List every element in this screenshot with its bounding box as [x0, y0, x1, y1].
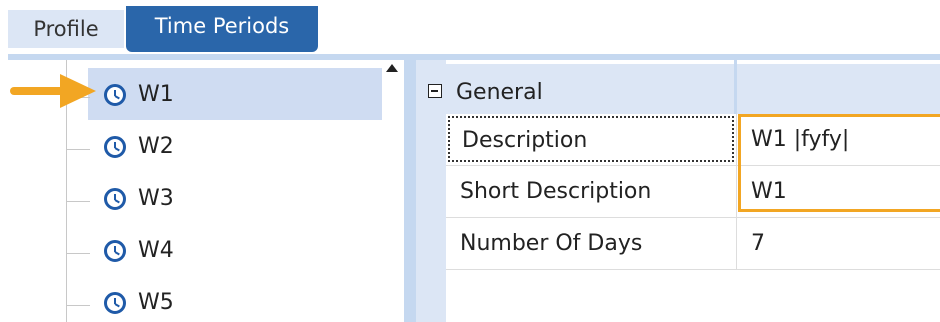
tree-item-label: W4 — [138, 238, 174, 263]
highlight-box — [738, 114, 940, 212]
number-of-days-value-field[interactable]: 7 — [737, 218, 940, 269]
tree-item-label: W2 — [138, 134, 174, 159]
tab-strip: Profile Time Periods — [0, 0, 940, 54]
property-name: Number Of Days — [460, 231, 643, 256]
property-name: Short Description — [460, 179, 652, 204]
minus-box-icon[interactable] — [428, 84, 442, 98]
tab-time-periods[interactable]: Time Periods — [126, 6, 318, 52]
tree-branch-line — [66, 253, 90, 254]
scroll-up-arrow-icon[interactable] — [386, 64, 398, 72]
tree-item-w4[interactable]: W4 — [66, 216, 384, 268]
tree-item-label: W5 — [138, 290, 174, 315]
time-period-tree: W1 W2 W3 W4 W5 — [66, 60, 404, 322]
tree-scrollbar[interactable] — [404, 60, 416, 322]
property-name: Description — [448, 116, 734, 162]
tree-item-w5[interactable]: W5 — [66, 268, 384, 320]
group-label-general: General — [456, 80, 543, 105]
tree-item-w1[interactable]: W1 — [66, 60, 384, 120]
clock-icon — [104, 240, 126, 262]
clock-icon — [104, 292, 126, 314]
tree-item-w3[interactable]: W3 — [66, 164, 384, 216]
clock-icon — [104, 84, 126, 106]
tab-profile[interactable]: Profile — [8, 10, 124, 48]
tree-item-w2[interactable]: W2 — [66, 112, 384, 164]
tree-item-label: W3 — [138, 186, 174, 211]
property-row-number-of-days[interactable]: Number Of Days 7 — [446, 218, 940, 270]
clock-icon — [104, 188, 126, 210]
tree-branch-line — [66, 201, 90, 202]
tree-item-label: W1 — [138, 82, 174, 107]
clock-icon — [104, 136, 126, 158]
tree-branch-line — [66, 149, 90, 150]
pointer-arrow-icon — [10, 74, 96, 108]
tree-branch-line — [66, 305, 90, 306]
column-divider — [734, 60, 737, 114]
